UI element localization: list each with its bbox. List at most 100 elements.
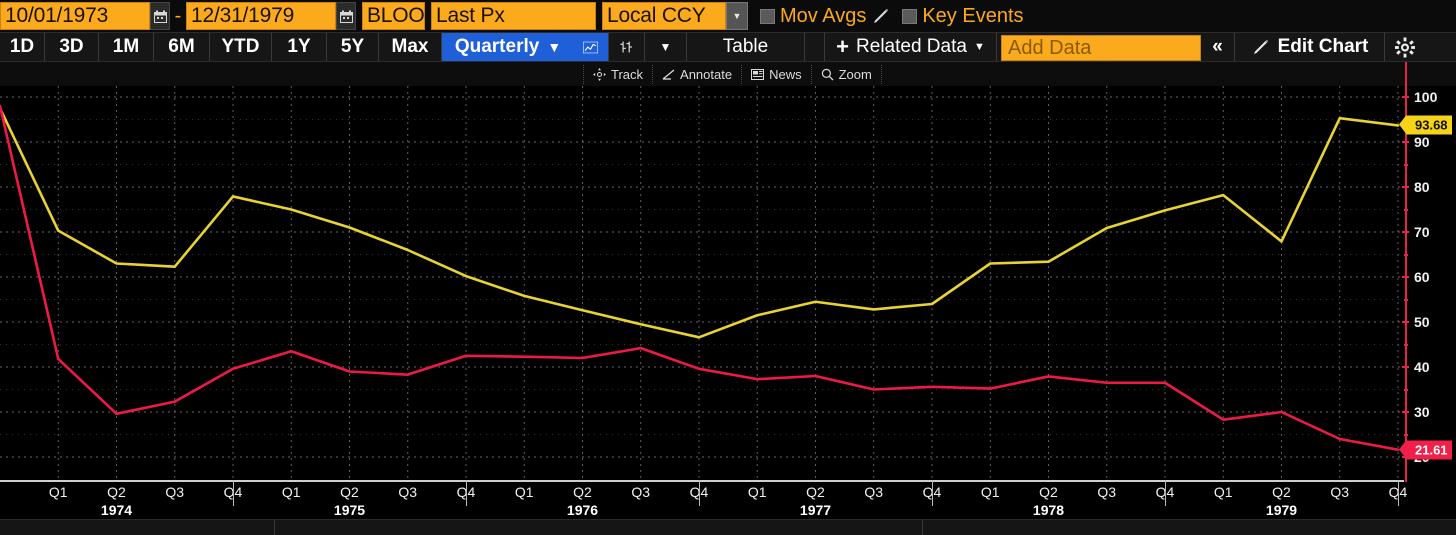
x-quarter-label: Q2	[1039, 484, 1058, 500]
x-quarter-label: Q3	[864, 484, 883, 500]
chart-canvas	[0, 86, 1404, 480]
tool-news[interactable]: News	[742, 65, 812, 84]
x-year-separator	[699, 480, 700, 506]
x-quarter-label: Q1	[1214, 484, 1233, 500]
y-tick-mark	[1402, 321, 1409, 323]
settings-gear-icon[interactable]	[1385, 33, 1425, 61]
magnifier-icon	[821, 68, 834, 81]
x-quarter-label: Q2	[573, 484, 592, 500]
chart-type-line-chart-icon[interactable]	[573, 33, 609, 61]
y-tick-mark	[1402, 96, 1409, 98]
y-tick-mark	[1402, 141, 1409, 143]
period-button-3d[interactable]: 3D	[45, 33, 99, 61]
x-quarter-label: Q3	[1330, 484, 1349, 500]
y-tick-mark	[1402, 276, 1409, 278]
x-quarter-label: Q2	[806, 484, 825, 500]
end-date-input[interactable]: 12/31/1979	[186, 2, 336, 30]
start-date-calendar-icon[interactable]	[150, 2, 170, 30]
add-data-input[interactable]: Add Data	[1001, 35, 1201, 61]
y-tick-label: 40	[1414, 359, 1430, 375]
x-quarter-label: Q3	[165, 484, 184, 500]
x-year-label: 1977	[800, 502, 831, 518]
start-date-input[interactable]: 10/01/1973	[0, 2, 150, 30]
date-range-separator: -	[170, 0, 186, 32]
last-price-flag-red[interactable]: 21.61	[1406, 440, 1452, 459]
y-tick-label: 100	[1414, 89, 1437, 105]
y-tick-label: 60	[1414, 269, 1430, 285]
y-axis[interactable]: 1009080706050403020 93.6821.61	[1400, 62, 1456, 482]
key-events-label[interactable]: Key Events	[917, 0, 1028, 32]
price-field-input[interactable]: Last Px	[431, 2, 596, 30]
x-quarter-label: Q1	[515, 484, 534, 500]
x-year-label: 1979	[1266, 502, 1297, 518]
tool-track[interactable]: Track	[583, 65, 653, 84]
x-quarter-label: Q2	[1272, 484, 1291, 500]
chart-options-chevron-down-icon[interactable]: ▼	[645, 33, 687, 61]
tool-annotate[interactable]: Annotate	[653, 65, 742, 84]
x-quarter-label: Q2	[107, 484, 126, 500]
period-button-6m[interactable]: 6M	[154, 33, 210, 61]
y-tick-label: 90	[1414, 134, 1430, 150]
related-data-button[interactable]: + Related Data ▼	[825, 33, 997, 61]
chart-tools-toolbar: Track Annotate News Zoom	[0, 62, 1456, 86]
news-icon	[751, 68, 764, 81]
currency-input[interactable]: Local CCY	[602, 2, 726, 30]
key-events-checkbox[interactable]	[902, 9, 917, 24]
y-minor-tick	[1404, 434, 1408, 436]
period-button-1y[interactable]: 1Y	[272, 33, 327, 61]
tool-annotate-label: Annotate	[680, 67, 732, 82]
currency-dropdown-chevron-down-icon[interactable]: ▼	[726, 2, 748, 30]
x-quarter-label: Q1	[981, 484, 1000, 500]
period-button-5y[interactable]: 5Y	[327, 33, 379, 61]
period-button-max[interactable]: Max	[379, 33, 442, 61]
y-tick-label: 70	[1414, 224, 1430, 240]
edit-chart-label: Edit Chart	[1278, 36, 1369, 58]
annotate-line-icon	[662, 68, 675, 81]
edit-pencil-icon	[1251, 38, 1270, 57]
end-date-calendar-icon[interactable]	[336, 2, 356, 30]
mov-avgs-label[interactable]: Mov Avgs	[775, 0, 871, 32]
x-quarter-label: Q3	[1097, 484, 1116, 500]
y-minor-tick	[1404, 164, 1408, 166]
tool-track-label: Track	[611, 67, 643, 82]
y-tick-mark	[1402, 186, 1409, 188]
ticker-input[interactable]: BLOOM	[362, 2, 425, 30]
y-minor-tick	[1404, 344, 1408, 346]
frequency-selector[interactable]: Quarterly ▼	[444, 33, 573, 61]
x-year-separator	[1165, 480, 1166, 506]
period-button-ytd[interactable]: YTD	[210, 33, 272, 61]
chart-plot-area[interactable]	[0, 86, 1404, 480]
y-tick-mark	[1402, 411, 1409, 413]
x-quarter-label: Q1	[49, 484, 68, 500]
y-minor-tick	[1404, 299, 1408, 301]
y-tick-mark	[1402, 366, 1409, 368]
x-year-separator	[932, 480, 933, 506]
tool-zoom-label: Zoom	[839, 67, 872, 82]
bloomberg-chart-window: 10/01/1973 - 12/31/1979 BLOOM Last Px Lo…	[0, 0, 1456, 535]
bottom-status-bar	[0, 519, 1456, 535]
x-year-label: 1978	[1033, 502, 1064, 518]
collapse-panel-button[interactable]: «	[1201, 33, 1235, 61]
last-price-flag-yellow[interactable]: 93.68	[1406, 116, 1452, 135]
related-data-chevron-down-icon: ▼	[974, 41, 985, 53]
edit-chart-button[interactable]: Edit Chart	[1235, 33, 1385, 61]
y-minor-tick	[1404, 389, 1408, 391]
x-quarter-label: Q1	[748, 484, 767, 500]
x-quarter-label: Q3	[398, 484, 417, 500]
related-data-label: Related Data	[856, 36, 967, 58]
x-year-separator	[233, 480, 234, 506]
x-year-label: 1976	[567, 502, 598, 518]
period-button-1m[interactable]: 1M	[99, 33, 154, 61]
mov-avgs-checkbox[interactable]	[760, 9, 775, 24]
period-button-1d[interactable]: 1D	[0, 33, 45, 61]
y-minor-tick	[1404, 254, 1408, 256]
y-minor-tick	[1404, 209, 1408, 211]
x-year-label: 1975	[334, 502, 365, 518]
tool-news-label: News	[769, 67, 802, 82]
table-view-button[interactable]: Table	[687, 33, 805, 61]
mov-avgs-pencil-icon[interactable]	[871, 0, 896, 32]
y-tick-mark	[1402, 231, 1409, 233]
tool-zoom[interactable]: Zoom	[812, 65, 882, 84]
x-quarter-label: Q2	[340, 484, 359, 500]
chart-style-bar-style-icon[interactable]	[609, 33, 645, 61]
